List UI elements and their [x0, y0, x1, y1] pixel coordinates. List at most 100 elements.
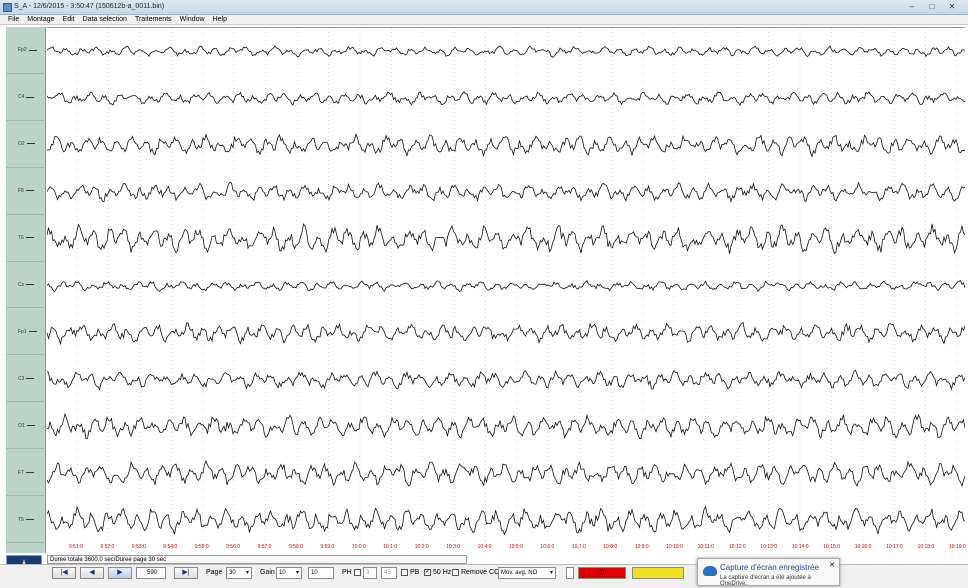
maximize-button[interactable]: □	[922, 1, 942, 12]
red-indicator: 20	[578, 567, 626, 579]
hz-checkbox[interactable]: ✓	[424, 569, 431, 576]
channel-name: F7	[18, 469, 24, 476]
gain-value: 10	[279, 570, 286, 576]
channel-label[interactable]: F8	[6, 168, 46, 215]
remove-cc-checkbox[interactable]	[452, 569, 459, 576]
time-tick-label: 10:19:0	[949, 544, 966, 550]
menu-traitements[interactable]: Traitements	[131, 15, 176, 24]
channel-name: O1	[18, 422, 25, 429]
minimize-button[interactable]: –	[902, 1, 922, 12]
channel-label[interactable]: Cz	[6, 262, 46, 309]
eeg-traces	[47, 28, 965, 542]
channel-label[interactable]: T6	[6, 215, 46, 262]
close-button[interactable]: ✕	[942, 1, 962, 12]
channel-label[interactable]: Fp1	[6, 308, 46, 356]
channel-label[interactable]: Fp2	[6, 27, 46, 74]
position-field[interactable]: 590	[136, 567, 166, 579]
mov-avg-value: Mov. avg. NO	[501, 570, 538, 576]
chevron-down-icon: ▾	[549, 570, 553, 576]
eeg-plot-area[interactable]	[47, 27, 965, 553]
eeg-trace	[47, 369, 965, 391]
onedrive-notification[interactable]: Capture d'écran enregistrée La capture d…	[697, 558, 840, 587]
ph-label: PH	[342, 569, 352, 576]
menu-edit[interactable]: Edit	[59, 15, 79, 24]
pb-checkbox[interactable]	[401, 569, 408, 576]
channel-tick	[26, 284, 35, 286]
time-tick-label: 9:57:0	[257, 544, 272, 550]
ph-checkbox[interactable]	[354, 569, 361, 576]
time-tick-label: 10:10:0	[666, 544, 683, 550]
time-tick-label: 10:18:0	[917, 544, 935, 550]
channel-label[interactable]: O2	[6, 121, 46, 168]
channel-name: T6	[18, 235, 24, 242]
menu-data-selection[interactable]: Data selection	[79, 15, 131, 24]
time-tick-label: 10:14:0	[791, 544, 809, 550]
channel-name: Cz	[18, 281, 25, 288]
time-tick-label: 10:16:0	[854, 544, 872, 550]
gain-extra-field[interactable]: 10	[308, 567, 334, 579]
pb-field[interactable]: 45	[381, 567, 397, 579]
title-bar: S_A - 12/6/2015 - 3:50:47 (150612b-a_001…	[0, 0, 968, 15]
time-tick-label: 10:7:0	[571, 544, 586, 550]
channel-name: C3	[18, 375, 25, 382]
ph-field[interactable]: 3	[363, 567, 377, 579]
cloud-icon	[703, 566, 717, 576]
time-tick-label: 10:12:0	[729, 544, 746, 550]
page-value: 30	[229, 570, 236, 576]
first-page-button[interactable]: |◀	[52, 567, 76, 579]
mov-avg-select[interactable]: Mov. avg. NO ▾	[498, 567, 556, 579]
channel-name: T5	[18, 516, 24, 523]
window-title: S_A - 12/6/2015 - 3:50:47 (150612b-a_001…	[14, 3, 165, 10]
channel-label[interactable]: C3	[6, 355, 46, 403]
time-tick-label: 9:52:0	[100, 544, 115, 550]
menu-file[interactable]: File	[4, 15, 23, 24]
page-select[interactable]: 30 ▾	[226, 567, 252, 579]
time-tick-label: 10:4:0	[477, 544, 492, 550]
channel-label[interactable]: T5	[6, 496, 46, 543]
eeg-trace	[47, 45, 965, 58]
channel-labels-panel: Fp2 C4 O2 F8 T6 Cz Fp1 C3 O1 F7 T5	[6, 27, 46, 553]
hz-label: 50 Hz	[433, 569, 452, 576]
notification-title: Capture d'écran enregistrée	[720, 563, 819, 572]
channel-label[interactable]: O1	[6, 402, 46, 450]
menu-help[interactable]: Help	[209, 15, 231, 24]
channel-name: C4	[18, 94, 25, 101]
remove-cc-label: Remove CC	[461, 569, 500, 576]
time-tick-label: 9:55:0	[194, 544, 209, 550]
time-tick-label: 10:17:0	[886, 544, 903, 550]
time-tick-label: 9:53:0	[131, 544, 146, 550]
gain-select[interactable]: 10 ▾	[276, 567, 302, 579]
eeg-trace	[47, 505, 965, 536]
channel-tick	[28, 49, 37, 51]
eeg-trace	[47, 133, 965, 158]
menu-bar: File Montage Edit Data selection Traitem…	[0, 15, 968, 25]
menu-montage[interactable]: Montage	[23, 15, 58, 24]
notification-body: La capture d'écran a été ajoutée à OneDr…	[720, 575, 811, 587]
small-field[interactable]	[566, 567, 574, 579]
play-button[interactable]: ▶	[108, 567, 132, 579]
channel-label[interactable]: C4	[6, 74, 46, 121]
channel-tick	[26, 143, 35, 145]
time-tick-label: 9:56:0	[226, 544, 241, 550]
pb-label: PB	[410, 569, 420, 576]
channel-tick	[25, 190, 34, 192]
channel-label[interactable]: F7	[6, 449, 46, 497]
time-tick-label: 10:2:0	[414, 544, 429, 550]
time-tick-label: 10:0:0	[351, 544, 366, 550]
eeg-trace	[47, 321, 965, 346]
chevron-down-icon: ▾	[295, 570, 299, 576]
close-icon[interactable]: ✕	[829, 561, 835, 569]
channel-tick	[26, 96, 35, 98]
channel-name: Fp2	[18, 47, 27, 54]
last-page-button[interactable]: ▶|	[174, 567, 198, 579]
prev-page-button[interactable]: ◀	[80, 567, 104, 579]
eeg-trace	[47, 181, 965, 204]
gain-label: Gain	[260, 569, 275, 576]
time-tick-label: 9:51:0	[69, 544, 83, 550]
duration-status: Duree totale 3600.0 sec/Duree page 30 se…	[47, 555, 467, 564]
time-tick-label: 10:13:0	[760, 544, 778, 550]
eeg-trace	[47, 459, 965, 488]
time-tick-label: 10:3:0	[446, 544, 461, 550]
yellow-indicator	[632, 567, 684, 579]
menu-window[interactable]: Window	[176, 15, 209, 24]
